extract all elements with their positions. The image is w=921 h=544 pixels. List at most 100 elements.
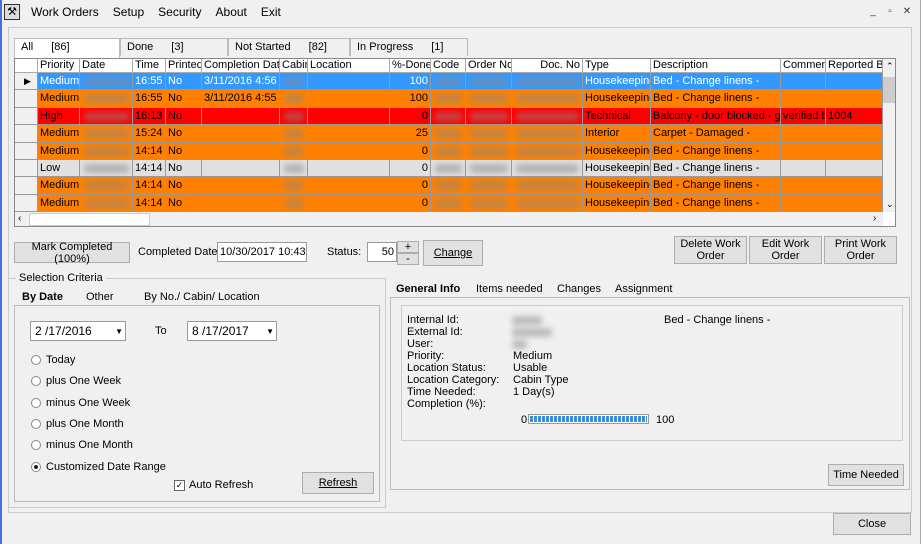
column-header[interactable]: Priority	[38, 59, 80, 73]
table-cell[interactable]: Bed - Change linens -	[651, 194, 781, 213]
work-orders-grid[interactable]: Priority Date Time Printed Completion Date Ca…	[14, 58, 896, 227]
table-cell[interactable]: 25	[390, 125, 431, 143]
table-cell[interactable]: 3/11/2016 4:55 p	[202, 90, 280, 108]
scroll-right-icon[interactable]: ›	[873, 213, 876, 224]
delete-work-order-button[interactable]: Delete Work Order	[674, 236, 747, 264]
minimize-icon[interactable]: _	[866, 6, 880, 19]
scroll-up-icon[interactable]: ⌃	[886, 61, 894, 72]
row-selector[interactable]	[15, 90, 38, 108]
completed-date-input[interactable]: 10/30/2017 10:43 a	[217, 242, 307, 262]
table-cell[interactable]: No	[166, 107, 202, 126]
row-selector[interactable]	[15, 177, 38, 195]
from-date-picker[interactable]: 2 /17/2016 ▼	[30, 321, 126, 341]
refresh-button[interactable]: Refresh	[302, 472, 374, 494]
tab-changes[interactable]: Changes	[557, 283, 601, 295]
table-cell[interactable]: Housekeeping	[583, 73, 651, 91]
date-range-radio[interactable]	[31, 355, 41, 365]
row-selector[interactable]	[15, 125, 38, 143]
menu-about[interactable]: About	[209, 5, 254, 19]
status-minus-button[interactable]: -	[397, 253, 419, 265]
table-cell[interactable]: 14:14	[133, 142, 166, 160]
column-header[interactable]: Reported By	[826, 59, 883, 73]
table-cell[interactable]	[826, 160, 883, 178]
row-selector[interactable]	[15, 107, 38, 126]
menu-security[interactable]: Security	[151, 5, 208, 19]
column-header[interactable]: Order No	[466, 59, 512, 73]
table-cell[interactable]	[826, 177, 883, 195]
table-cell[interactable]	[308, 73, 390, 91]
table-cell[interactable]: Housekeeping	[583, 160, 651, 178]
tab-items-needed[interactable]: Items needed	[476, 283, 543, 295]
table-cell[interactable]: 16:55	[133, 90, 166, 108]
table-cell[interactable]: No	[166, 160, 202, 178]
table-cell[interactable]	[826, 142, 883, 160]
column-header[interactable]: Type	[583, 59, 651, 73]
scroll-left-icon[interactable]: ‹	[18, 213, 21, 224]
menu-work-orders[interactable]: Work Orders	[24, 5, 106, 19]
status-plus-button[interactable]: +	[397, 241, 419, 253]
tab-assignment[interactable]: Assignment	[615, 283, 672, 295]
table-cell[interactable]: Medium	[38, 90, 80, 108]
table-cell[interactable]: 0	[390, 177, 431, 195]
table-cell[interactable]	[202, 177, 280, 195]
column-header[interactable]: Time	[133, 59, 166, 73]
table-cell[interactable]: Balcony - door blocked - gue	[651, 107, 781, 126]
column-header[interactable]: Completion Date	[202, 59, 280, 73]
table-cell[interactable]	[308, 142, 390, 160]
table-cell[interactable]: Medium	[38, 194, 80, 213]
table-cell[interactable]: Housekeeping	[583, 142, 651, 160]
table-cell[interactable]: No	[166, 194, 202, 213]
table-cell[interactable]: 1004	[826, 107, 883, 126]
scroll-down-icon[interactable]: ⌄	[886, 199, 894, 210]
table-cell[interactable]: Medium	[38, 73, 80, 91]
tab-all[interactable]: All [86]	[14, 38, 120, 58]
column-header[interactable]: Comment	[781, 59, 826, 73]
table-cell[interactable]	[202, 194, 280, 213]
table-cell[interactable]	[202, 107, 280, 126]
table-cell[interactable]: 100	[390, 90, 431, 108]
table-cell[interactable]	[308, 107, 390, 126]
time-needed-button[interactable]: Time Needed	[828, 464, 904, 486]
table-cell[interactable]	[781, 125, 826, 143]
table-cell[interactable]: 100	[390, 73, 431, 91]
table-cell[interactable]	[202, 142, 280, 160]
table-cell[interactable]: 0	[390, 160, 431, 178]
table-cell[interactable]: Medium	[38, 125, 80, 143]
table-cell[interactable]: No	[166, 125, 202, 143]
table-cell[interactable]	[308, 177, 390, 195]
table-cell[interactable]: Medium	[38, 177, 80, 195]
tab-by-date[interactable]: By Date	[22, 291, 63, 303]
column-header[interactable]: Printed	[166, 59, 202, 73]
table-cell[interactable]: 14:14	[133, 194, 166, 213]
table-cell[interactable]: Low	[38, 160, 80, 178]
table-cell[interactable]	[781, 160, 826, 178]
row-selector[interactable]	[15, 142, 38, 160]
column-header[interactable]: Description	[651, 59, 781, 73]
table-cell[interactable]: Housekeeping	[583, 194, 651, 213]
table-cell[interactable]: 14:14	[133, 177, 166, 195]
table-cell[interactable]: Interior	[583, 125, 651, 143]
close-icon[interactable]: ✕	[900, 6, 914, 19]
table-cell[interactable]: Housekeeping	[583, 90, 651, 108]
table-cell[interactable]	[202, 125, 280, 143]
table-cell[interactable]	[781, 142, 826, 160]
tab-by-no-cabin-location[interactable]: By No./ Cabin/ Location	[144, 291, 260, 303]
row-selector[interactable]	[15, 160, 38, 178]
table-cell[interactable]: No	[166, 90, 202, 108]
table-cell[interactable]	[202, 160, 280, 178]
table-cell[interactable]	[781, 73, 826, 91]
tab-done[interactable]: Done [3]	[120, 38, 228, 56]
date-range-radio[interactable]	[31, 461, 41, 472]
table-cell[interactable]	[308, 160, 390, 178]
table-cell[interactable]: Technical	[583, 107, 651, 126]
table-cell[interactable]	[826, 125, 883, 143]
menu-setup[interactable]: Setup	[106, 5, 151, 19]
table-cell[interactable]: 14:14	[133, 160, 166, 178]
column-header[interactable]: Cabin	[280, 59, 308, 73]
h-scroll-thumb[interactable]	[29, 213, 150, 226]
to-date-picker[interactable]: 8 /17/2017 ▼	[187, 321, 277, 341]
table-cell[interactable]	[781, 177, 826, 195]
column-header[interactable]: Doc. No	[512, 59, 583, 73]
column-header[interactable]: Date	[80, 59, 133, 73]
table-cell[interactable]: Bed - Change linens -	[651, 177, 781, 195]
